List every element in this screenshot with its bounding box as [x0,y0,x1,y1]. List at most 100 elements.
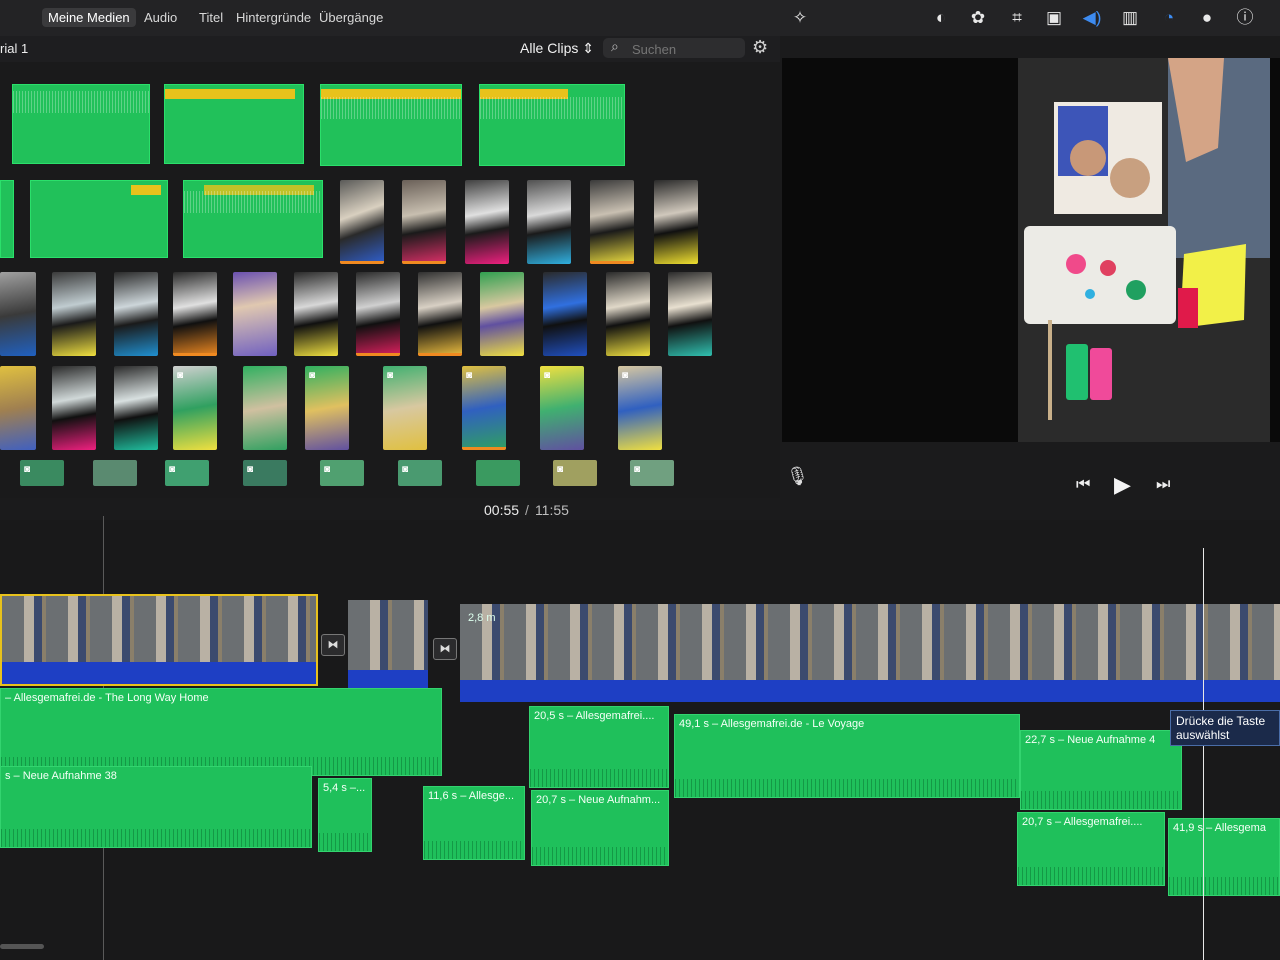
media-clip-audio[interactable] [0,180,14,258]
media-clip-video[interactable] [402,180,446,264]
media-clip-photo[interactable]: ◙ [383,366,427,450]
info-icon[interactable]: ⓘ [1234,7,1256,29]
camera-icon: ◙ [169,464,176,475]
equalizer-icon[interactable]: ▥ [1119,7,1141,29]
media-clip-audio[interactable] [164,84,304,164]
timeline-audio-clip[interactable]: 20,5 s – Allesgemafrei.... [529,706,669,788]
tab-uebergaenge[interactable]: Übergänge [313,8,389,27]
playhead[interactable] [1203,548,1204,960]
timeline-audio-clip[interactable]: 5,4 s –... [318,778,372,852]
clip-filter-select[interactable]: Alle Clips ⇕ [520,40,594,57]
camera-icon: ◙ [466,370,473,381]
color-palette-icon[interactable]: ✿ [967,7,989,29]
media-clip-video[interactable] [418,272,462,356]
media-clip-audio[interactable] [183,180,323,258]
speed-icon[interactable]: ◔ [1158,7,1180,29]
media-browser: ◙ ◙ ◙ ◙ ◙ ◙ ◙ ◙ ◙ ◙ ◙ ◙ ◙ [0,62,780,498]
media-clip-photo[interactable]: ◙ [630,460,674,486]
audio-clip-label: – Allesgemafrei.de - The Long Way Home [5,692,209,704]
media-clip-photo[interactable] [243,366,287,450]
media-clip-video[interactable] [233,272,277,356]
search-icon: ⌕ [611,38,619,54]
timecode: 00:55 / 11:55 [484,502,569,518]
camera-icon: ◙ [309,370,316,381]
media-clip-video[interactable] [114,272,158,356]
media-clip-photo[interactable]: ◙ [462,366,506,450]
project-title: rial 1 [0,41,29,56]
media-clip-audio[interactable] [479,84,625,166]
media-clip-video[interactable] [480,272,524,356]
timeline-audio-clip[interactable]: – Allesgemafrei.de - The Long Way Home [0,688,442,776]
skip-forward-icon[interactable]: ⏭ [1156,476,1170,494]
timeline-video-clip[interactable] [348,600,428,692]
transition-icon[interactable]: ⧓ [321,634,345,656]
media-clip-photo[interactable] [476,460,520,486]
media-clip-video[interactable] [340,180,384,264]
camera-icon: ◙ [622,370,629,381]
noise-reduction-icon[interactable]: ● [1196,7,1218,29]
camera-icon: ◙ [544,370,551,381]
media-clip-video[interactable] [654,180,698,264]
timeline-audio-clip[interactable]: s – Neue Aufnahme 38 [0,766,312,848]
magic-wand-icon[interactable]: ✧ [789,7,811,29]
media-clip-video[interactable] [668,272,712,356]
media-clip-photo[interactable]: ◙ [165,460,209,486]
timeline-audio-clip[interactable]: 20,7 s – Allesgemafrei.... [1017,812,1165,886]
transition-icon[interactable]: ⧓ [433,638,457,660]
media-clip-video[interactable] [356,272,400,356]
media-clip-photo[interactable]: ◙ [553,460,597,486]
tab-meine-medien[interactable]: Meine Medien [42,8,136,27]
media-clip-photo[interactable] [93,460,137,486]
timeline-audio-clip[interactable]: 41,9 s – Allesgema [1168,818,1280,896]
tab-hintergruende[interactable]: Hintergründe [230,8,317,27]
volume-icon[interactable]: ◀) [1081,7,1103,29]
microphone-icon[interactable]: 🎙︎ [786,466,809,487]
timeline-audio-clip[interactable]: 49,1 s – Allesgemafrei.de - Le Voyage [674,714,1020,798]
media-clip-photo[interactable]: ◙ [398,460,442,486]
media-clip-video[interactable] [465,180,509,264]
skip-back-icon[interactable]: ⏮ [1076,476,1090,494]
media-clip-video[interactable] [0,366,36,450]
media-clip-video[interactable] [606,272,650,356]
media-clip-photo[interactable]: ◙ [243,460,287,486]
media-clip-video[interactable] [114,366,158,450]
media-clip-video[interactable] [590,180,634,264]
play-icon[interactable]: ▶ [1114,472,1131,498]
media-clip-video[interactable] [173,272,217,356]
tab-audio[interactable]: Audio [138,8,183,27]
crop-icon[interactable]: ⌗ [1006,7,1028,29]
stabilization-icon[interactable]: ▣ [1043,7,1065,29]
media-clip-video[interactable] [294,272,338,356]
camera-icon: ◙ [24,464,31,475]
color-balance-icon[interactable]: ◐ [930,7,952,29]
timeline-video-clip[interactable] [0,594,318,686]
media-clip-audio[interactable] [320,84,462,166]
camera-icon: ◙ [387,370,394,381]
media-clip-photo[interactable]: ◙ [320,460,364,486]
media-clip-photo[interactable]: ◙ [540,366,584,450]
timeline-audio-clip[interactable]: 22,7 s – Neue Aufnahme 4 [1020,730,1182,810]
media-clip-video[interactable] [52,272,96,356]
media-clip-video[interactable] [527,180,571,264]
tab-titel[interactable]: Titel [193,8,229,27]
audio-clip-label: 5,4 s –... [323,782,366,794]
viewer-frame-art [1018,58,1270,442]
timeline-audio-clip[interactable]: 20,7 s – Neue Aufnahm... [531,790,669,866]
media-clip-video[interactable] [543,272,587,356]
media-clip-photo[interactable]: ◙ [618,366,662,450]
timeline-audio-clip[interactable]: 11,6 s – Allesge... [423,786,525,860]
clip-duration-label: 2,8 m [468,612,496,624]
gear-icon[interactable]: ⚙ [752,37,768,58]
timeline-video-clip[interactable] [460,604,1280,702]
media-clip-video[interactable] [0,272,36,356]
media-clip-audio[interactable] [12,84,150,164]
timecode-current: 00:55 [484,502,520,518]
search-input[interactable] [630,39,744,59]
media-clip-photo[interactable]: ◙ [20,460,64,486]
media-clip-video[interactable] [52,366,96,450]
camera-icon: ◙ [247,464,254,475]
timeline-scrollbar[interactable] [0,944,44,949]
media-clip-photo[interactable]: ◙ [173,366,217,450]
media-clip-photo[interactable]: ◙ [305,366,349,450]
media-clip-audio[interactable] [30,180,168,258]
